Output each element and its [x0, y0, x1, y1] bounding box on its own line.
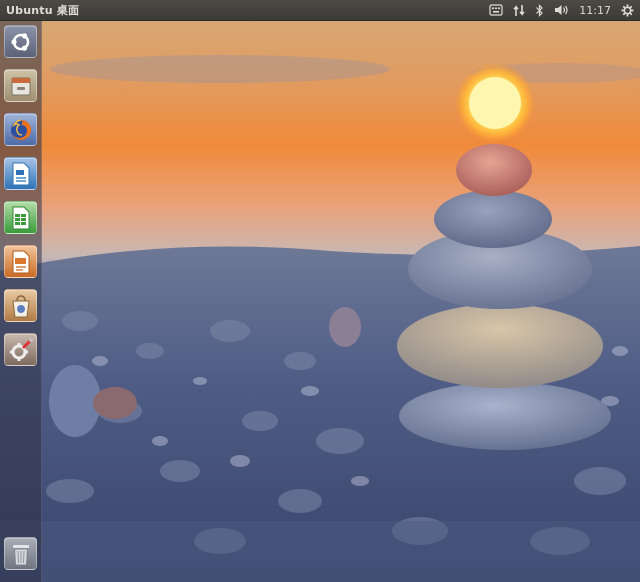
indicator-area: 11:17: [489, 4, 640, 17]
writer-icon: [12, 162, 29, 185]
volume-icon[interactable]: [554, 4, 569, 16]
trash-icon: [12, 544, 29, 565]
app-title: Ubuntu 桌面: [6, 4, 80, 17]
launcher-calc-button[interactable]: [4, 201, 37, 234]
launcher-trash-button[interactable]: [4, 537, 37, 570]
launcher-ubuntu-button[interactable]: [4, 25, 37, 58]
launcher-software-center-button[interactable]: [4, 289, 37, 322]
bluetooth-icon[interactable]: [535, 3, 544, 17]
launcher: [0, 21, 42, 582]
ubuntu-logo-icon: [10, 32, 29, 51]
calc-icon: [12, 206, 29, 229]
settings-icon: [9, 337, 33, 361]
software-center-icon: [11, 294, 30, 317]
firefox-icon: [10, 118, 31, 140]
launcher-files-button[interactable]: [4, 69, 37, 102]
gear-icon[interactable]: [621, 4, 634, 17]
launcher-firefox-button[interactable]: [4, 113, 37, 146]
launcher-writer-button[interactable]: [4, 157, 37, 190]
launcher-impress-button[interactable]: [4, 245, 37, 278]
impress-icon: [12, 250, 29, 273]
top-panel: Ubuntu 桌面 11:17: [0, 0, 640, 21]
clock[interactable]: 11:17: [579, 4, 611, 17]
desktop-wallpaper: [0, 21, 640, 582]
launcher-settings-button[interactable]: [4, 333, 37, 366]
files-icon: [11, 77, 30, 95]
keyboard-icon[interactable]: [489, 4, 503, 16]
network-icon[interactable]: [513, 4, 525, 17]
